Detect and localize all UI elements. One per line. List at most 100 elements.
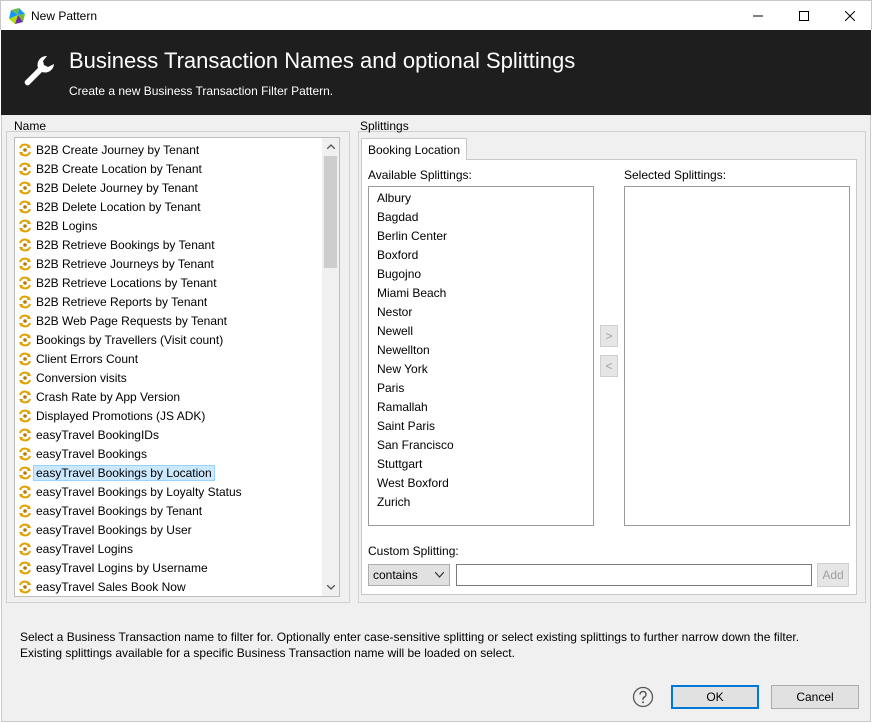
splitting-item[interactable]: Newell xyxy=(377,324,413,338)
list-item[interactable]: B2B Delete Location by Tenant xyxy=(17,197,201,216)
name-list-scrollbar[interactable] xyxy=(322,138,339,596)
ok-label: OK xyxy=(706,690,724,704)
transaction-icon xyxy=(17,294,33,310)
splitting-item[interactable]: Newellton xyxy=(377,343,430,357)
splitting-item[interactable]: Nestor xyxy=(377,305,412,319)
cancel-button[interactable]: Cancel xyxy=(771,685,859,709)
list-item[interactable]: B2B Create Journey by Tenant xyxy=(17,140,199,159)
scroll-down-arrow[interactable] xyxy=(322,579,339,596)
ok-button[interactable]: OK xyxy=(671,685,759,709)
move-left-button[interactable]: < xyxy=(600,355,618,377)
list-item[interactable]: easyTravel Bookings by Tenant xyxy=(17,501,202,520)
list-item[interactable]: Bookings by Travellers (Visit count) xyxy=(17,330,223,349)
hint-line-1: Select a Business Transaction name to fi… xyxy=(20,630,800,644)
window-title: New Pattern xyxy=(31,9,98,23)
dialog-title: Business Transaction Names and optional … xyxy=(69,48,576,73)
transaction-icon xyxy=(17,313,33,329)
list-item-label: easyTravel Bookings xyxy=(36,446,147,461)
close-button[interactable] xyxy=(827,1,872,31)
name-list[interactable]: B2B Create Journey by Tenant B2B Create L… xyxy=(14,137,340,597)
list-item-label: easyTravel Bookings by Tenant xyxy=(36,503,203,518)
list-item-label: B2B Retrieve Reports by Tenant xyxy=(36,294,208,309)
tab-booking-location[interactable]: Booking Location xyxy=(361,138,467,160)
list-item[interactable]: easyTravel Bookings by User xyxy=(17,520,192,539)
list-item[interactable]: easyTravel Logins xyxy=(17,539,133,558)
list-item[interactable]: B2B Retrieve Bookings by Tenant xyxy=(17,235,215,254)
wrench-icon xyxy=(24,56,54,86)
splitting-item[interactable]: Boxford xyxy=(377,248,418,262)
move-right-button[interactable]: > xyxy=(600,325,618,347)
splitting-item[interactable]: San Francisco xyxy=(377,438,454,452)
list-item-label: B2B Logins xyxy=(36,218,98,233)
minimize-button[interactable] xyxy=(735,1,781,31)
hint-text: Select a Business Transaction name to fi… xyxy=(20,629,799,661)
list-item-label: B2B Retrieve Locations by Tenant xyxy=(36,275,217,290)
splitting-item[interactable]: Miami Beach xyxy=(377,286,446,300)
list-item[interactable]: B2B Retrieve Reports by Tenant xyxy=(17,292,207,311)
list-item-label: B2B Retrieve Journeys by Tenant xyxy=(36,256,214,271)
splitting-item[interactable]: Stuttgart xyxy=(377,457,422,471)
transaction-icon xyxy=(17,256,33,272)
transaction-icon xyxy=(17,370,33,386)
splitting-item[interactable]: Ramallah xyxy=(377,400,428,414)
transaction-icon xyxy=(17,389,33,405)
splitting-item[interactable]: New York xyxy=(377,362,428,376)
maximize-button[interactable] xyxy=(781,1,827,31)
chevron-down-icon xyxy=(435,572,444,578)
list-item[interactable]: B2B Retrieve Journeys by Tenant xyxy=(17,254,214,273)
scroll-up-arrow[interactable] xyxy=(322,138,339,155)
list-item[interactable]: B2B Logins xyxy=(17,216,97,235)
list-item-label: easyTravel BookingIDs xyxy=(36,427,159,442)
operator-select[interactable]: contains xyxy=(368,564,450,586)
list-item-label: B2B Web Page Requests by Tenant xyxy=(36,313,228,328)
splitting-item[interactable]: West Boxford xyxy=(377,476,449,490)
scroll-thumb[interactable] xyxy=(324,156,337,268)
list-item-label: easyTravel Logins by Username xyxy=(36,560,208,575)
list-item-label: B2B Create Journey by Tenant xyxy=(36,142,200,157)
available-splittings-label: Available Splittings: xyxy=(368,168,472,182)
transaction-icon xyxy=(17,237,33,253)
list-item[interactable]: B2B Create Location by Tenant xyxy=(17,159,202,178)
add-button[interactable]: Add xyxy=(817,563,849,587)
list-item[interactable]: Client Errors Count xyxy=(17,349,138,368)
splitting-item[interactable]: Bagdad xyxy=(377,210,418,224)
custom-splitting-label: Custom Splitting: xyxy=(368,544,459,558)
list-item[interactable]: B2B Retrieve Locations by Tenant xyxy=(17,273,217,292)
chevron-down-icon xyxy=(326,585,335,590)
list-item[interactable]: Conversion visits xyxy=(17,368,127,387)
transaction-icon xyxy=(17,351,33,367)
list-item[interactable]: Crash Rate by App Version xyxy=(17,387,180,406)
splitting-item[interactable]: Albury xyxy=(377,191,411,205)
list-item[interactable]: Displayed Promotions (JS ADK) xyxy=(17,406,205,425)
list-item[interactable]: easyTravel Bookings by Location xyxy=(17,463,215,482)
transaction-icon xyxy=(17,332,33,348)
list-item[interactable]: easyTravel Sales Book Now xyxy=(17,577,186,596)
splitting-item[interactable]: Paris xyxy=(377,381,404,395)
maximize-icon xyxy=(799,11,809,21)
transaction-icon xyxy=(17,560,33,576)
list-item[interactable]: B2B Delete Journey by Tenant xyxy=(17,178,198,197)
splitting-item[interactable]: Zurich xyxy=(377,495,410,509)
transaction-icon xyxy=(17,503,33,519)
list-item[interactable]: easyTravel BookingIDs xyxy=(17,425,159,444)
available-splittings-list[interactable]: Albury Bagdad Berlin Center Boxford Bugojno M… xyxy=(368,186,594,526)
list-item[interactable]: easyTravel Bookings xyxy=(17,444,147,463)
selected-splittings-list[interactable] xyxy=(624,186,850,526)
splitting-item[interactable]: Saint Paris xyxy=(377,419,435,433)
name-group-label: Name xyxy=(14,119,47,133)
list-item-label: B2B Delete Location by Tenant xyxy=(36,199,201,214)
list-item[interactable]: B2B Web Page Requests by Tenant xyxy=(17,311,227,330)
dialog-subtitle: Create a new Business Transaction Filter… xyxy=(69,84,334,98)
operator-value: contains xyxy=(373,568,418,582)
list-item[interactable]: easyTravel Logins by Username xyxy=(17,558,208,577)
help-icon[interactable] xyxy=(632,686,654,708)
list-item-label: Client Errors Count xyxy=(36,351,139,366)
move-left-label: < xyxy=(605,359,613,373)
tab-label: Booking Location xyxy=(367,142,461,157)
custom-splitting-input[interactable] xyxy=(456,564,812,586)
splitting-item[interactable]: Bugojno xyxy=(377,267,421,281)
transaction-icon xyxy=(17,180,33,196)
selected-splittings-label: Selected Splittings: xyxy=(624,168,727,182)
list-item[interactable]: easyTravel Bookings by Loyalty Status xyxy=(17,482,242,501)
splitting-item[interactable]: Berlin Center xyxy=(377,229,447,243)
